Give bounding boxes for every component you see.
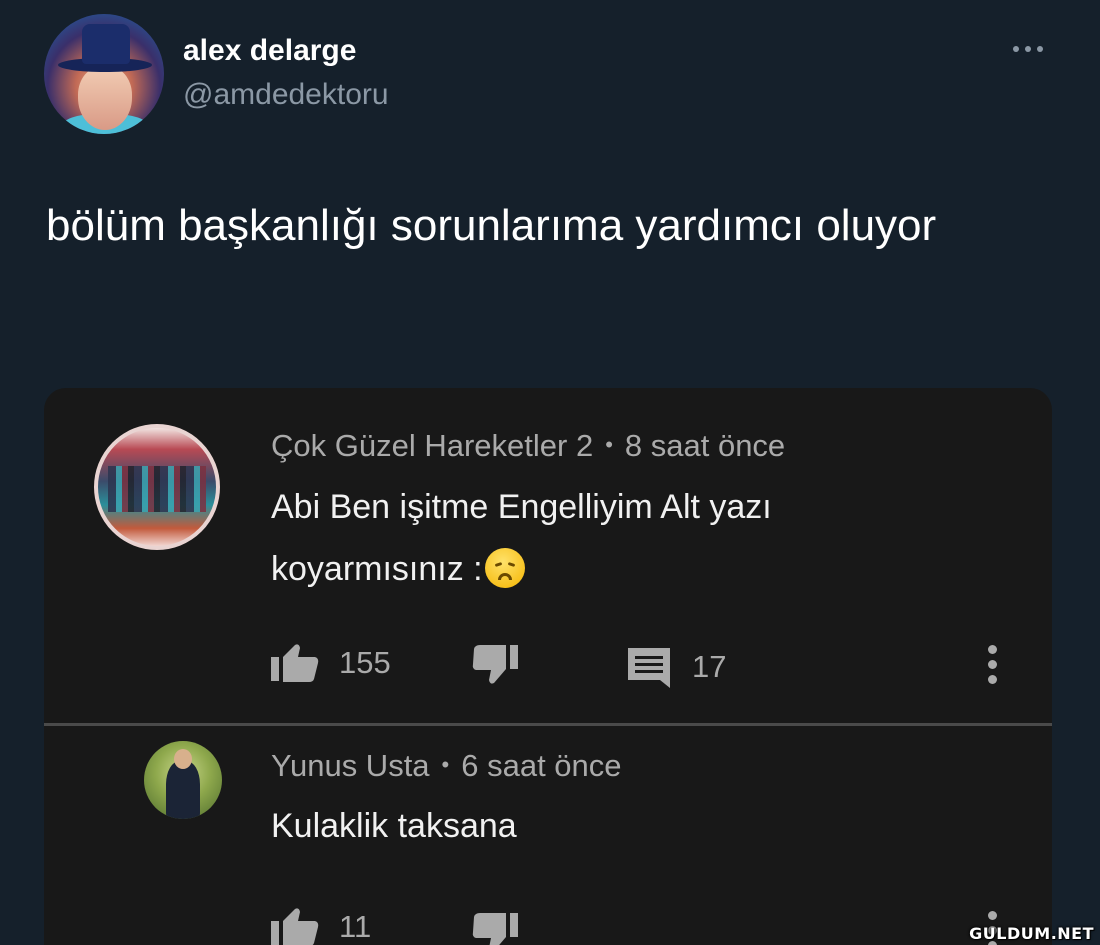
dislike-button[interactable] [472,911,522,945]
like-count: 155 [339,645,391,680]
comment-time[interactable]: 8 saat önce [625,428,785,463]
avatar-person [166,761,200,819]
meta-separator: • [441,752,450,777]
ellipsis-icon [1037,46,1043,52]
commenter-name[interactable]: Çok Güzel Hareketler 2 [271,428,593,463]
avatar-hat-top [82,24,130,64]
reply-button[interactable]: 17 [626,646,726,688]
embedded-comments-screenshot: Çok Güzel Hareketler 2 • 8 saat önce Abi B… [44,388,1052,945]
site-watermark: GULDUM.NET [969,924,1094,943]
dislike-button[interactable] [472,643,522,685]
ellipsis-icon [1013,46,1019,52]
comment-text: Kulaklik taksana [271,807,517,845]
commenter-avatar[interactable] [144,741,222,819]
user-handle[interactable]: @amdedektoru [183,78,389,112]
like-button[interactable]: 11 [271,907,371,945]
author-avatar[interactable] [44,14,164,134]
avatar-face [78,66,132,130]
ellipsis-icon [1025,46,1031,52]
comment-menu-button[interactable] [988,645,997,684]
tweet-text: bölüm başkanlığı sorunlarıma yardımcı ol… [46,201,937,250]
avatar-head [174,749,192,769]
comment-time[interactable]: 6 saat önce [461,748,621,783]
thumbs-up-icon [271,907,319,945]
meta-separator: • [605,432,613,457]
more-options-button[interactable] [1006,34,1050,64]
display-name[interactable]: alex delarge [183,34,356,68]
thumbs-down-icon [472,643,522,685]
commenter-avatar[interactable] [94,424,220,550]
comment-reply: Yunus Usta • 6 saat önce Kulaklik taksana … [44,725,1052,945]
like-count: 11 [339,909,372,944]
thumbs-down-icon [472,911,522,945]
like-button[interactable]: 155 [271,643,391,683]
avatar-group-photo [108,466,206,512]
comment-text: Abi Ben işitme Engelliyim Alt yazı koyar… [271,476,931,600]
comment-meta: Çok Güzel Hareketler 2 • 8 saat önce [271,428,785,464]
comment-icon [626,646,672,688]
tweet-header: alex delarge @amdedektoru [44,14,1054,136]
reply-count: 17 [692,649,727,684]
disappointed-face-icon [484,548,525,588]
commenter-name[interactable]: Yunus Usta [271,748,430,783]
thumbs-up-icon [271,643,319,683]
vertical-dots-icon [988,645,997,684]
comment: Çok Güzel Hareketler 2 • 8 saat önce Abi B… [44,388,1052,724]
comment-meta: Yunus Usta • 6 saat önce [271,748,622,784]
